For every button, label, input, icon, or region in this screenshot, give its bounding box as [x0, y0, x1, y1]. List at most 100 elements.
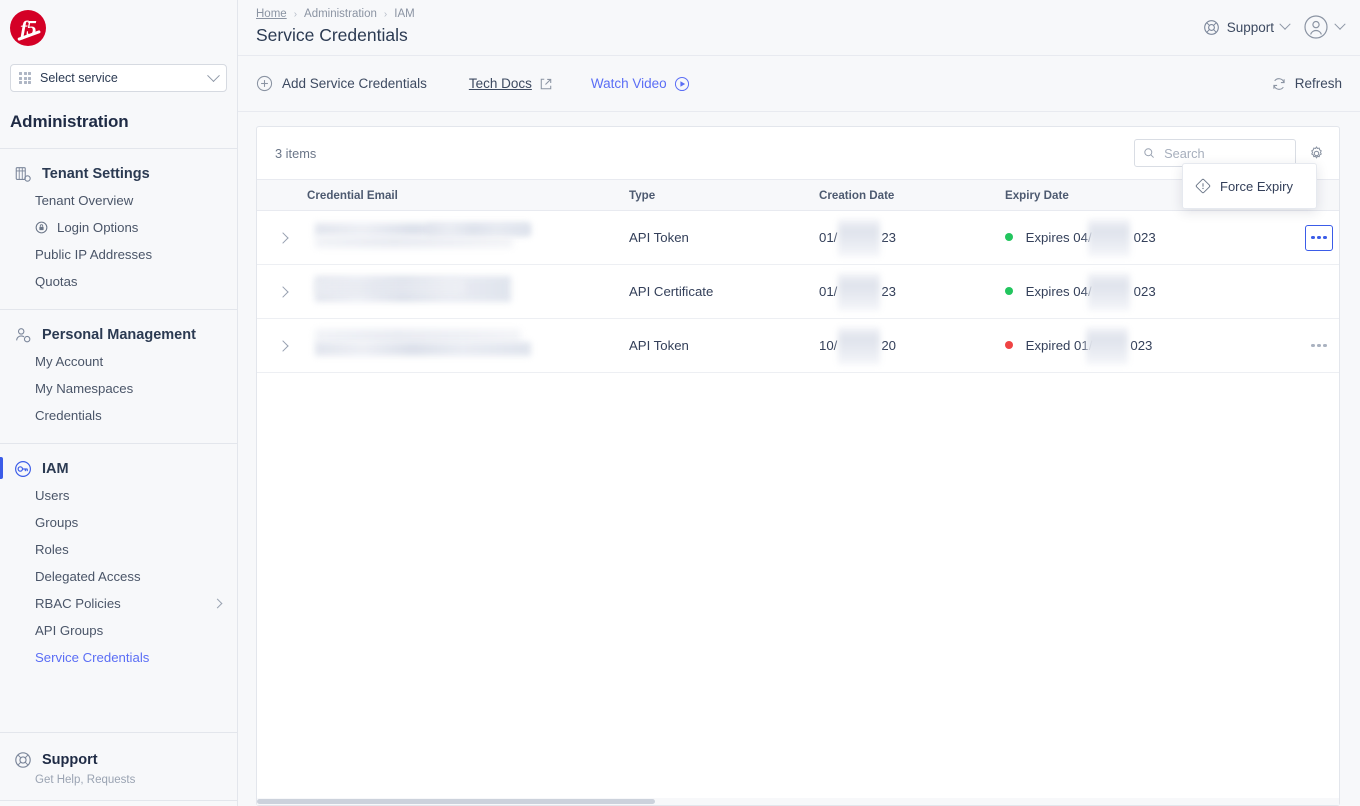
tech-docs-link[interactable]: Tech Docs [469, 76, 553, 91]
column-creation-date: Creation Date [813, 180, 999, 211]
brand-logo[interactable]: f5 [0, 0, 237, 58]
sidebar-item-label: Roles [35, 542, 69, 557]
creation-date-suffix: 23 [881, 284, 896, 299]
sidebar-item-label: Login Options [57, 220, 138, 235]
header-account-button[interactable] [1303, 14, 1344, 40]
cell-creation-date: 01/23 [813, 265, 999, 319]
sidebar-item-label: Service Credentials [35, 650, 149, 665]
sidebar-item-login-options[interactable]: Login Options [0, 214, 237, 241]
creation-date-prefix: 01/ [819, 284, 837, 299]
sidebar-group-iam[interactable]: IAM [0, 456, 237, 482]
chevron-down-icon [1279, 19, 1290, 30]
credentials-table: Credential Email Type Creation Date Expi… [257, 179, 1339, 373]
row-expand-cell[interactable] [257, 211, 301, 265]
sidebar-item-rbac-policies[interactable]: RBAC Policies [0, 590, 237, 617]
sidebar-item-groups[interactable]: Groups [0, 509, 237, 536]
sidebar-item-roles[interactable]: Roles [0, 536, 237, 563]
cell-type: API Certificate [623, 265, 813, 319]
sidebar-group-personal-management[interactable]: Personal Management [0, 322, 237, 348]
lifebuoy-icon [1203, 19, 1220, 36]
sidebar-item-my-namespaces[interactable]: My Namespaces [0, 375, 237, 402]
redacted-expiry: Expired 01/023 [1026, 338, 1153, 353]
sidebar-support-section[interactable]: Support Get Help, Requests [0, 732, 237, 800]
menu-item-force-expiry[interactable]: Force Expiry [1183, 172, 1316, 200]
breadcrumb-separator: › [384, 9, 387, 20]
sidebar-item-label: Public IP Addresses [35, 247, 152, 262]
redacted-email [307, 329, 617, 363]
sidebar-item-label: Quotas [35, 274, 78, 289]
watch-video-link[interactable]: Watch Video [591, 76, 690, 92]
cell-actions [1243, 319, 1339, 373]
row-actions-button[interactable] [1305, 225, 1333, 251]
sidebar-group-label: Tenant Settings [42, 166, 150, 182]
sidebar-item-delegated-access[interactable]: Delegated Access [0, 563, 237, 590]
row-expand-cell[interactable] [257, 265, 301, 319]
cell-actions [1243, 265, 1339, 319]
breadcrumb-home[interactable]: Home [256, 8, 287, 20]
creation-date-prefix: 01/ [819, 230, 837, 245]
row-actions-menu: Force Expiry [1182, 163, 1317, 209]
sidebar-item-public-ip-addresses[interactable]: Public IP Addresses [0, 241, 237, 268]
sidebar-item-tenant-overview[interactable]: Tenant Overview [0, 187, 237, 214]
select-service-dropdown[interactable]: Select service [10, 64, 227, 92]
sidebar-group-tenant-settings[interactable]: Tenant Settings [0, 161, 237, 187]
row-actions-button[interactable] [1305, 333, 1333, 359]
sidebar-item-quotas[interactable]: Quotas [0, 268, 237, 295]
refresh-button[interactable]: Refresh [1271, 76, 1342, 92]
sidebar-section-iam: IAM Users Groups Roles Delegated Access … [0, 443, 237, 685]
row-expand-cell[interactable] [257, 319, 301, 373]
table-header: Credential Email Type Creation Date Expi… [257, 180, 1339, 211]
items-count: 3 items [275, 146, 316, 161]
content-area: 3 items [238, 112, 1360, 806]
column-expand [257, 180, 301, 211]
f5-logo-icon: f5 [10, 10, 46, 46]
breadcrumb-administration[interactable]: Administration [304, 8, 377, 20]
sidebar-item-label: Groups [35, 515, 78, 530]
horizontal-scrollbar[interactable] [257, 798, 1339, 805]
breadcrumb: Home › Administration › IAM [256, 6, 415, 22]
sidebar-item-service-credentials[interactable]: Service Credentials [0, 644, 237, 671]
table-row[interactable]: API Token 01/23 Expires 04/023 [257, 211, 1339, 265]
sidebar-item-label: Delegated Access [35, 569, 141, 584]
search-icon [1143, 146, 1155, 160]
chevron-right-icon[interactable] [277, 286, 288, 297]
add-service-credentials-button[interactable]: Add Service Credentials [256, 75, 427, 92]
redacted-date: 10/20 [819, 338, 896, 353]
cell-credential-email [301, 265, 623, 319]
table-row[interactable]: API Certificate 01/23 Expires 04 [257, 265, 1339, 319]
sidebar-item-my-account[interactable]: My Account [0, 348, 237, 375]
expiry-prefix: Expired 01/ [1026, 338, 1093, 353]
chevron-down-icon [1334, 19, 1345, 30]
sidebar-item-api-groups[interactable]: API Groups [0, 617, 237, 644]
sidebar: f5 Select service Administration [0, 0, 238, 806]
sidebar-item-credentials[interactable]: Credentials [0, 402, 237, 429]
sidebar-item-users[interactable]: Users [0, 482, 237, 509]
menu-item-label: Force Expiry [1220, 179, 1293, 194]
chevron-right-icon[interactable] [277, 340, 288, 351]
sidebar-group-support[interactable]: Support [0, 747, 237, 773]
page-header: Home › Administration › IAM Service Cred… [238, 0, 1360, 56]
cell-actions [1243, 211, 1339, 265]
lock-circle-icon [35, 221, 48, 234]
chevron-right-icon[interactable] [277, 232, 288, 243]
sidebar-section-tenant-settings: Tenant Settings Tenant Overview Login Op… [0, 148, 237, 309]
table-header-row: Credential Email Type Creation Date Expi… [257, 180, 1339, 211]
action-toolbar: Add Service Credentials Tech Docs Watch … [238, 56, 1360, 112]
sidebar-item-label: Tenant Overview [35, 193, 133, 208]
select-service-label: Select service [40, 71, 209, 85]
header-support-button[interactable]: Support [1203, 19, 1289, 36]
expiry-suffix: 023 [1130, 338, 1152, 353]
creation-date-suffix: 23 [881, 230, 896, 245]
status-dot-active [1005, 233, 1013, 241]
search-input[interactable] [1162, 145, 1287, 162]
table-row[interactable]: API Token 10/20 Expired 01/023 [257, 319, 1339, 373]
gear-icon[interactable] [1308, 145, 1325, 162]
app-root: f5 Select service Administration [0, 0, 1360, 806]
expiry-suffix: 023 [1134, 230, 1156, 245]
plus-circle-icon [256, 75, 273, 92]
sidebar-title: Administration [0, 92, 237, 148]
creation-date-suffix: 20 [881, 338, 896, 353]
cell-expiry-date: Expires 04/023 [999, 265, 1243, 319]
breadcrumb-iam[interactable]: IAM [394, 8, 414, 20]
horizontal-scrollbar-thumb[interactable] [257, 799, 655, 804]
